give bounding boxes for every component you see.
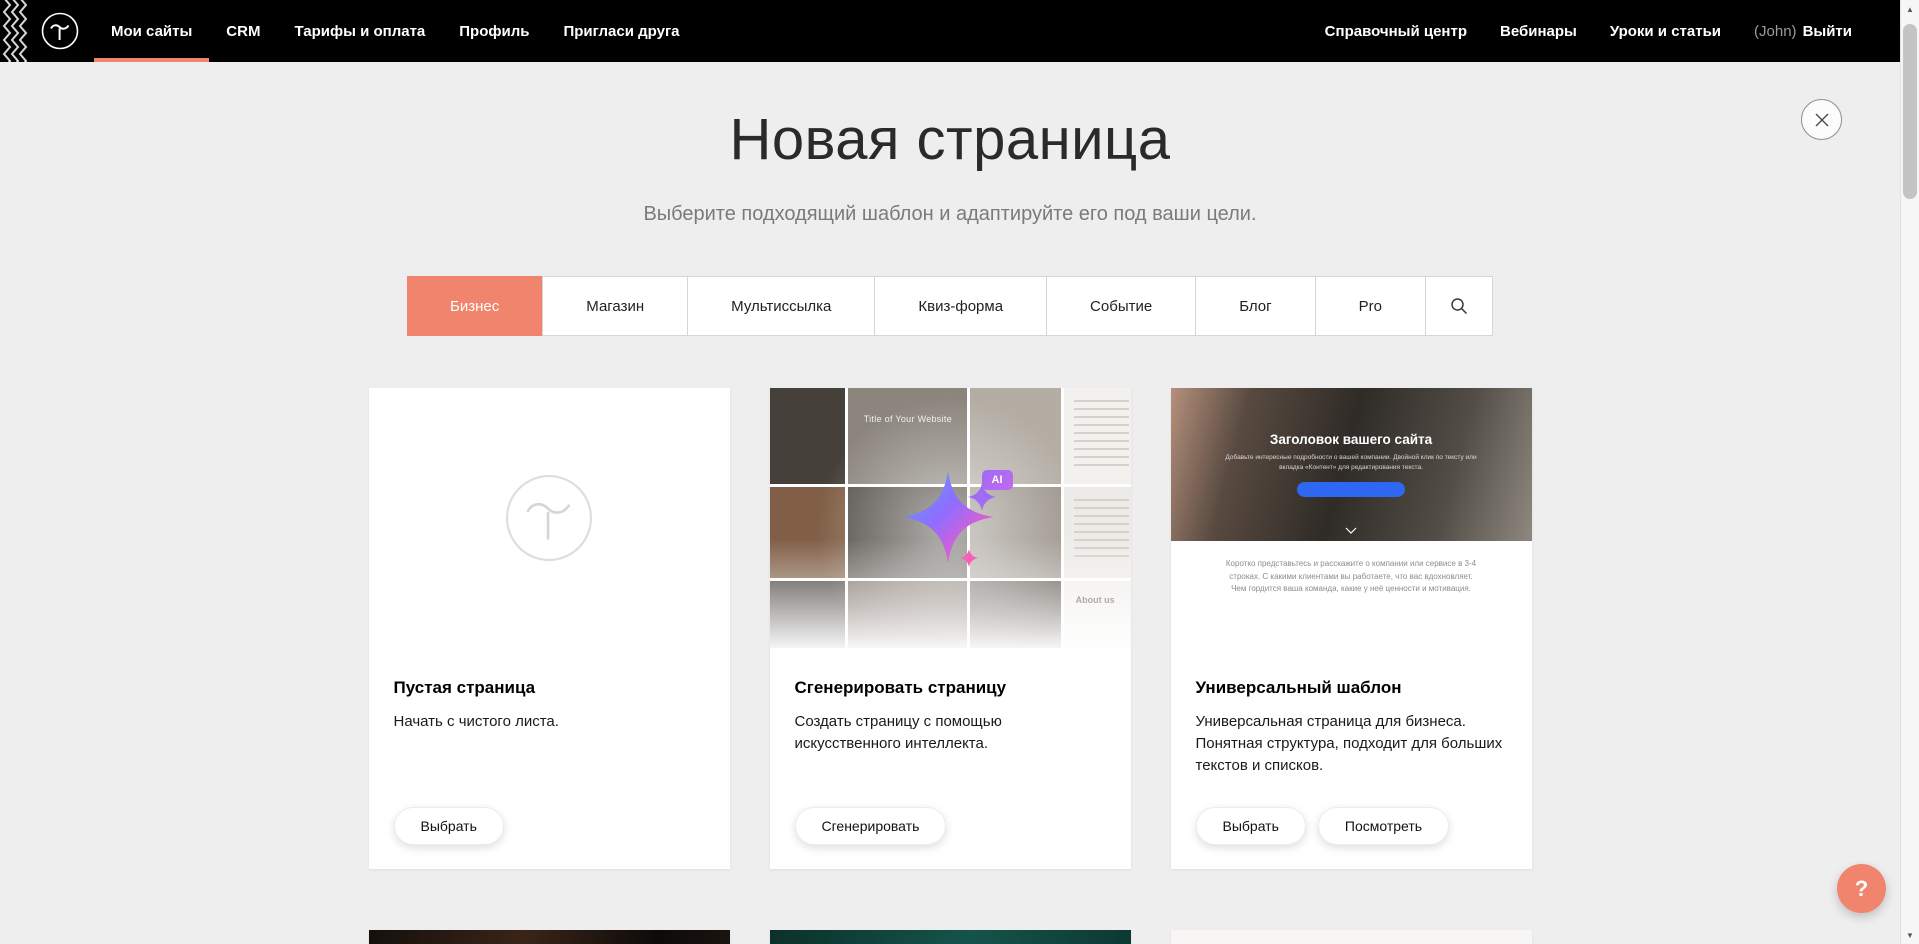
card-title: Сгенерировать страницу bbox=[795, 678, 1106, 698]
tab-blog[interactable]: Блог bbox=[1196, 277, 1315, 335]
preview-heading: Заголовок вашего сайта bbox=[1270, 432, 1432, 447]
template-card-generate: Title of Your Website About us bbox=[770, 388, 1131, 869]
template-grid: Пустая страница Начать с чистого листа. … bbox=[369, 388, 1532, 944]
scroll-down-arrow[interactable]: ▼ bbox=[1901, 926, 1919, 944]
nav-item-profile[interactable]: Профиль bbox=[442, 0, 546, 62]
tab-multilink[interactable]: Мультиссылка bbox=[688, 277, 875, 335]
preview-subtext: Добавьте интересные подробности о вашей … bbox=[1214, 453, 1488, 473]
ai-generate-preview: Title of Your Website About us bbox=[770, 388, 1131, 648]
universal-template-preview: Заголовок вашего сайта Добавьте интересн… bbox=[1171, 388, 1532, 648]
new-page-dialog: Новая страница Выберите подходящий шабло… bbox=[0, 62, 1900, 944]
page-title: Новая страница bbox=[0, 106, 1900, 173]
template-card-universal: Заголовок вашего сайта Добавьте интересн… bbox=[1171, 388, 1532, 869]
logout-link[interactable]: Выйти bbox=[1803, 23, 1852, 40]
template-category-tabs: Бизнес Магазин Мультиссылка Квиз-форма С… bbox=[407, 276, 1493, 336]
tilda-logo[interactable] bbox=[40, 11, 80, 51]
tab-search[interactable] bbox=[1426, 277, 1492, 335]
top-navbar: Мои сайты CRM Тарифы и оплата Профиль Пр… bbox=[0, 0, 1900, 62]
template-card-partial[interactable] bbox=[369, 930, 730, 944]
card-title: Универсальный шаблон bbox=[1196, 678, 1507, 698]
zigzag-decoration bbox=[0, 0, 30, 62]
page-subtitle: Выберите подходящий шаблон и адаптируйте… bbox=[0, 203, 1900, 226]
ai-badge: AI bbox=[982, 470, 1013, 490]
close-button[interactable] bbox=[1801, 99, 1842, 140]
template-card-partial[interactable] bbox=[1171, 930, 1532, 944]
tab-business[interactable]: Бизнес bbox=[407, 276, 543, 336]
preview-universal-button[interactable]: Посмотреть bbox=[1318, 807, 1449, 845]
nav-item-my-sites[interactable]: Мои сайты bbox=[94, 0, 209, 62]
help-button[interactable]: ? bbox=[1837, 864, 1886, 913]
user-name: (John) bbox=[1754, 23, 1797, 40]
card-title: Пустая страница bbox=[394, 678, 705, 698]
user-menu: (John) Выйти bbox=[1754, 23, 1852, 40]
select-blank-button[interactable]: Выбрать bbox=[394, 807, 504, 845]
main-nav: Мои сайты CRM Тарифы и оплата Профиль Пр… bbox=[94, 0, 697, 62]
secondary-nav: Справочный центр Вебинары Уроки и статьи… bbox=[1325, 0, 1900, 62]
card-description: Создать страницу с помощью искусственног… bbox=[795, 711, 1106, 755]
scrollbar[interactable]: ▲ ▼ bbox=[1900, 0, 1919, 944]
nav-item-help-center[interactable]: Справочный центр bbox=[1325, 23, 1467, 40]
nav-item-tariffs[interactable]: Тарифы и оплата bbox=[277, 0, 442, 62]
generate-button[interactable]: Сгенерировать bbox=[795, 807, 947, 845]
tab-quiz-form[interactable]: Квиз-форма bbox=[875, 277, 1047, 335]
tab-pro[interactable]: Pro bbox=[1316, 277, 1426, 335]
template-card-blank: Пустая страница Начать с чистого листа. … bbox=[369, 388, 730, 869]
close-icon bbox=[1814, 112, 1830, 128]
tab-event[interactable]: Событие bbox=[1047, 277, 1196, 335]
tab-shop[interactable]: Магазин bbox=[543, 277, 688, 335]
scrollbar-thumb[interactable] bbox=[1903, 24, 1917, 199]
preview-hero: Заголовок вашего сайта Добавьте интересн… bbox=[1171, 388, 1532, 541]
nav-item-lessons[interactable]: Уроки и статьи bbox=[1610, 23, 1721, 40]
nav-item-invite-friend[interactable]: Пригласи друга bbox=[546, 0, 696, 62]
blank-page-preview bbox=[369, 388, 730, 648]
preview-body-text: Коротко представьтесь и расскажите о ком… bbox=[1221, 558, 1481, 595]
template-card-partial[interactable] bbox=[770, 930, 1131, 944]
card-description: Универсальная страница для бизнеса. Поня… bbox=[1196, 711, 1507, 776]
tilda-watermark-icon bbox=[501, 470, 597, 566]
nav-item-crm[interactable]: CRM bbox=[209, 0, 277, 62]
search-icon bbox=[1450, 297, 1468, 315]
chevron-down-icon bbox=[1345, 527, 1357, 534]
card-description: Начать с чистого листа. bbox=[394, 711, 705, 733]
preview-cta-button bbox=[1297, 482, 1405, 497]
nav-item-webinars[interactable]: Вебинары bbox=[1500, 23, 1577, 40]
scroll-up-arrow[interactable]: ▲ bbox=[1901, 0, 1919, 18]
select-universal-button[interactable]: Выбрать bbox=[1196, 807, 1306, 845]
